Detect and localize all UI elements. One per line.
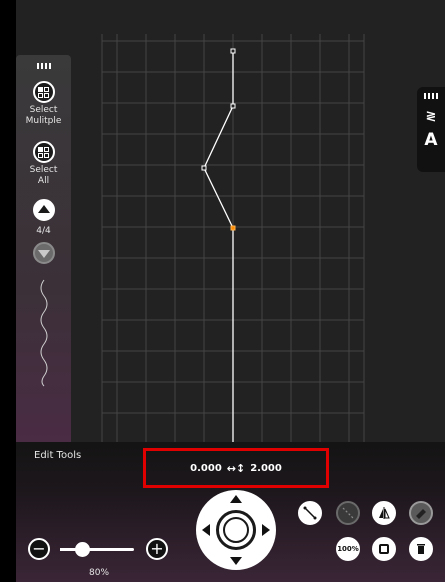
select-multiple-label: Select Mulitple <box>25 105 62 126</box>
zoom-slider[interactable] <box>60 542 134 557</box>
plus-icon: + <box>150 539 164 558</box>
insert-stitch-button[interactable] <box>336 501 360 525</box>
stitch-point[interactable] <box>230 48 236 54</box>
fit-view-icon <box>379 544 389 554</box>
stitch-line[interactable] <box>203 51 234 442</box>
move-right-arrow-icon[interactable] <box>262 524 270 536</box>
zoom-out-button[interactable]: − <box>28 538 50 560</box>
x-coordinate-value: 0.000 <box>190 462 222 474</box>
page-up-button[interactable] <box>32 199 55 221</box>
move-down-arrow-icon[interactable] <box>230 557 242 565</box>
edit-tools-panel: Edit Tools 0.000 ↔↕ 2.000 100% − + 80% <box>16 442 445 582</box>
delete-button[interactable] <box>409 537 433 561</box>
zoom-in-button[interactable]: + <box>146 538 168 560</box>
page-down-button[interactable] <box>32 242 55 264</box>
move-up-arrow-icon[interactable] <box>230 495 242 503</box>
zigzag-icon[interactable]: ≷ <box>426 109 437 124</box>
select-all-button[interactable] <box>32 141 55 163</box>
triangle-down-icon <box>37 250 50 258</box>
erase-icon <box>416 509 426 519</box>
move-arrows-icon: ↔↕ <box>226 461 246 475</box>
zoom-slider-thumb[interactable] <box>75 542 91 557</box>
edit-tools-label: Edit Tools <box>34 450 82 461</box>
triangle-up-icon <box>37 205 50 213</box>
mirror-icon <box>379 507 390 519</box>
direction-pad <box>196 490 276 570</box>
select-multiple-button[interactable] <box>32 81 55 103</box>
right-toolbar: ≷ A <box>417 87 445 172</box>
select-multiple-icon <box>38 86 49 98</box>
wave-stitch-icon <box>40 279 47 387</box>
text-tool-button[interactable]: A <box>424 130 437 150</box>
fit-view-button[interactable] <box>372 537 396 561</box>
minus-icon: − <box>32 539 46 558</box>
center-inner-ring <box>223 517 249 543</box>
erase-button[interactable] <box>409 501 433 525</box>
mirror-button[interactable] <box>372 501 396 525</box>
select-all-icon <box>38 146 49 158</box>
stitch-point[interactable] <box>230 103 236 109</box>
select-all-label: Select All <box>29 165 58 186</box>
grid-overlay <box>101 34 365 442</box>
zoom-100-label: 100% <box>337 545 359 553</box>
selected-stitch-point[interactable] <box>230 225 236 231</box>
insert-point-button[interactable] <box>298 501 322 525</box>
embroidery-editor: Select Mulitple Select All 4/4 ≷ A Edit … <box>0 0 445 582</box>
stitch-points-icon <box>342 507 354 519</box>
zoom-100-button[interactable]: 100% <box>336 537 360 561</box>
line-point-icon <box>303 506 317 520</box>
y-coordinate-value: 2.000 <box>250 462 282 474</box>
left-toolbar: Select Mulitple Select All 4/4 <box>16 55 71 442</box>
trash-icon <box>417 544 425 554</box>
zoom-level-label: 80% <box>89 568 110 578</box>
drag-handle-icon[interactable] <box>36 63 51 69</box>
design-canvas[interactable] <box>16 0 445 442</box>
move-left-arrow-icon[interactable] <box>202 524 210 536</box>
page-indicator: 4/4 <box>36 226 51 236</box>
drag-handle-icon[interactable] <box>424 93 438 99</box>
stitch-point[interactable] <box>201 165 207 171</box>
position-readout: 0.000 ↔↕ 2.000 <box>143 448 329 488</box>
